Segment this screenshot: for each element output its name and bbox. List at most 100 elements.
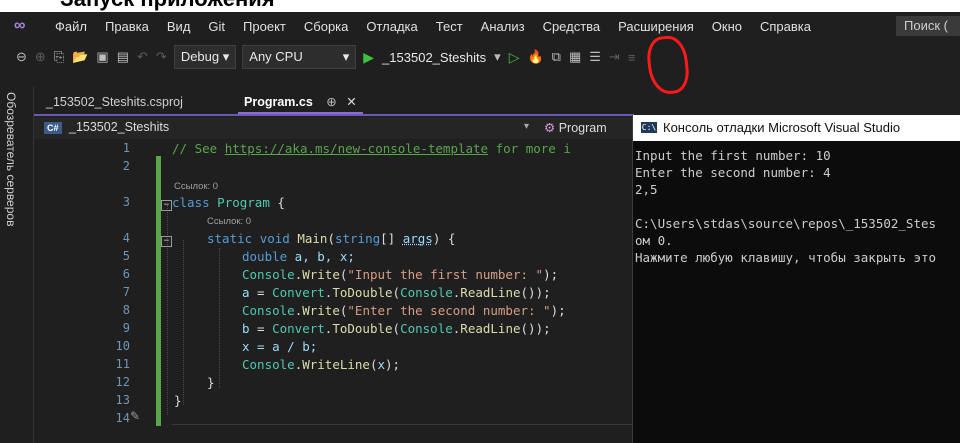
menu-analyze[interactable]: Анализ <box>472 19 534 34</box>
format-icon[interactable]: ☰ <box>585 49 605 65</box>
code-line-9: b = Convert.ToDouble(Console.ReadLine())… <box>242 321 551 336</box>
layout-icon[interactable]: ▦ <box>565 49 585 65</box>
code-line-7: a = Convert.ToDouble(Console.ReadLine())… <box>242 285 551 300</box>
menu-debug[interactable]: Отладка <box>357 19 426 34</box>
menu-git[interactable]: Git <box>199 19 234 34</box>
search-input[interactable]: Поиск ( <box>896 16 960 36</box>
indent-guide <box>219 248 220 388</box>
server-explorer-sidebar[interactable]: Обозреватель серверов <box>0 86 34 443</box>
indent-icon[interactable]: ⇥ <box>605 49 624 65</box>
reference-count[interactable]: Ссылок: 0 <box>174 181 218 192</box>
line-number: 14 <box>115 411 130 425</box>
code-line-8: Console.Write("Enter the second number: … <box>242 303 566 318</box>
menu-tools[interactable]: Средства <box>534 19 610 34</box>
fold-toggle-icon[interactable]: − <box>161 200 172 211</box>
code-line-6: Console.Write("Input the first number: "… <box>242 267 559 282</box>
console-output-line: ом 0. <box>635 233 673 248</box>
pin-icon[interactable]: ⊕ <box>326 95 336 109</box>
redo-icon[interactable]: ↷ <box>152 49 171 65</box>
toolbar: ⊖ ⊕ ⎘ 📂 ▣ ▤ ↶ ↷ Debug ▾ Any CPU ▾ ▶ _153… <box>0 40 960 74</box>
tab-csproj[interactable]: _153502_Steshits.csproj <box>40 92 189 112</box>
start-debug-icon[interactable]: ▶ <box>359 49 378 66</box>
top-banner-text: Запуск приложения <box>60 0 275 12</box>
debug-console-window[interactable]: C:\ Консоль отладки Microsoft Visual Stu… <box>632 115 960 443</box>
chevron-down-icon: ▾ <box>342 49 350 64</box>
line-number: 5 <box>122 249 130 263</box>
class-dropdown[interactable]: ⚙ Program <box>544 120 607 135</box>
platform-value: Any CPU <box>249 49 303 64</box>
code-line-4: static void Main(string[] args) { <box>207 231 456 246</box>
line-number: 1 <box>122 141 130 155</box>
line-number: 6 <box>122 267 130 281</box>
line-number: 10 <box>115 339 130 353</box>
save-icon[interactable]: ▣ <box>92 49 112 65</box>
tab-program-cs[interactable]: Program.cs ⊕ ✕ <box>238 92 363 114</box>
change-indicator <box>156 156 161 426</box>
csharp-icon: C# <box>44 122 62 134</box>
code-line-13: } <box>174 393 182 408</box>
tab-underline <box>34 114 634 116</box>
menu-file[interactable]: Файл <box>46 19 96 34</box>
menu-bar: ∞ Файл Правка Вид Git Проект Сборка Отла… <box>0 12 960 40</box>
menu-test[interactable]: Тест <box>427 19 472 34</box>
fold-toggle-icon[interactable]: − <box>161 236 172 247</box>
line-number: 8 <box>122 303 130 317</box>
line-number: 11 <box>115 357 130 371</box>
config-dropdown[interactable]: Debug ▾ <box>173 45 237 69</box>
project-dropdown[interactable]: C# _153502_Steshits <box>44 120 169 134</box>
class-icon: ⚙ <box>544 121 556 135</box>
new-project-icon[interactable]: ⎘ <box>50 49 68 65</box>
forward-nav-icon[interactable]: ⊕ <box>31 49 50 65</box>
line-number: 7 <box>122 285 130 299</box>
chevron-down-icon: ▾ <box>222 49 230 64</box>
line-number: 3 <box>122 195 130 209</box>
comment-link[interactable]: https://aka.ms/new-console-template <box>225 141 488 156</box>
code-line-5: double a, b, x; <box>242 249 355 264</box>
console-output-line: Input the first number: 10 <box>635 148 831 163</box>
code-line-3: class Program { <box>172 195 285 210</box>
browser-link-icon[interactable]: ⧉ <box>548 49 565 65</box>
save-all-icon[interactable]: ▤ <box>113 49 133 65</box>
code-line-12: } <box>207 375 215 390</box>
start-without-debug-icon[interactable]: ▷ <box>505 49 524 66</box>
menu-extensions[interactable]: Расширения <box>609 19 703 34</box>
reference-count[interactable]: Ссылок: 0 <box>207 216 251 227</box>
code-line-11: Console.WriteLine(x); <box>242 357 401 372</box>
close-icon[interactable]: ✕ <box>346 95 356 109</box>
current-line-highlight <box>172 424 632 425</box>
console-icon: C:\ <box>641 122 657 133</box>
top-banner: Запуск приложения <box>0 0 960 12</box>
console-output-line: C:\Users\stdas\source\repos\_153502_Stes <box>635 216 937 231</box>
menu-window[interactable]: Окно <box>703 19 751 34</box>
menu-view[interactable]: Вид <box>158 19 200 34</box>
chevron-down-icon[interactable]: ▾ <box>490 49 505 65</box>
chevron-down-icon[interactable]: ▾ <box>524 121 529 132</box>
line-number: 13 <box>115 393 130 407</box>
class-name: Program <box>558 121 607 135</box>
console-output-line: Enter the second number: 4 <box>635 165 831 180</box>
platform-dropdown[interactable]: Any CPU ▾ <box>242 45 357 69</box>
menu-edit[interactable]: Правка <box>96 19 158 34</box>
code-line-10: x = a / b; <box>242 339 318 354</box>
console-output-line: 2,5 <box>635 182 658 197</box>
sidebar-label: Обозреватель серверов <box>4 92 18 227</box>
hot-reload-icon[interactable]: 🔥 <box>523 49 547 65</box>
line-number: 9 <box>122 321 130 335</box>
run-target-button[interactable]: _153502_Steshits <box>378 50 490 65</box>
tab-label: Program.cs <box>244 95 313 109</box>
undo-icon[interactable]: ↶ <box>133 49 152 65</box>
menu-help[interactable]: Справка <box>751 19 820 34</box>
console-title-bar[interactable]: C:\ Консоль отладки Microsoft Visual Stu… <box>633 115 960 141</box>
menu-build[interactable]: Сборка <box>295 19 358 34</box>
config-value: Debug <box>180 49 220 64</box>
console-title: Консоль отладки Microsoft Visual Studio <box>663 120 901 135</box>
menu-project[interactable]: Проект <box>234 19 295 34</box>
open-folder-icon[interactable]: 📂 <box>68 49 92 65</box>
back-nav-icon[interactable]: ⊖ <box>12 49 31 65</box>
comment-icon[interactable]: ≡ <box>624 50 640 65</box>
line-number: 12 <box>115 375 130 389</box>
line-number: 4 <box>122 231 130 245</box>
console-output-line: Нажмите любую клавишу, чтобы закрыть это <box>635 250 937 265</box>
visual-studio-logo-icon: ∞ <box>14 17 26 34</box>
pencil-icon: ✎ <box>130 409 141 423</box>
